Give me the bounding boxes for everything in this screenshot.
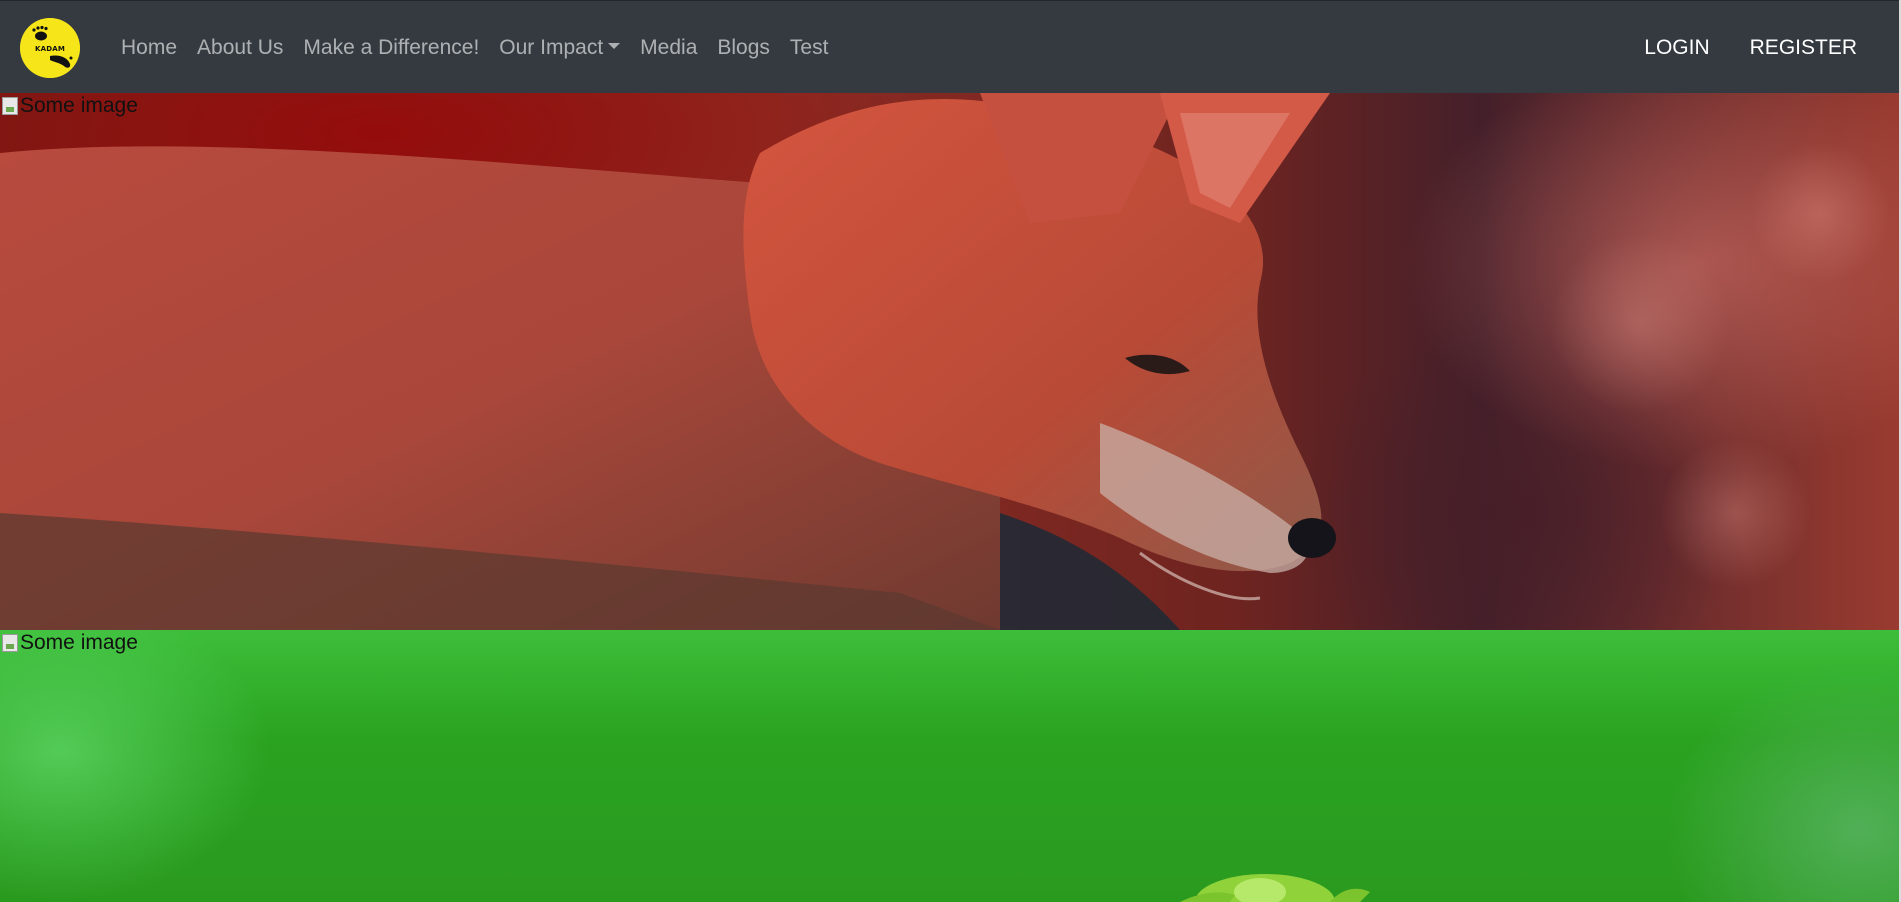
nav-our-impact-dropdown[interactable]: Our Impact (489, 36, 630, 60)
fox-image (0, 93, 1890, 630)
carousel-slide-foliage: Some image (0, 630, 1901, 902)
nav-media[interactable]: Media (630, 36, 707, 60)
image-alt-text: Some image (20, 94, 138, 117)
login-link[interactable]: LOGIN (1624, 36, 1729, 60)
broken-image-placeholder: Some image (2, 94, 138, 118)
nav-home[interactable]: Home (111, 36, 187, 60)
image-alt-text: Some image (20, 631, 138, 654)
nav-our-impact-label: Our Impact (499, 35, 604, 59)
logo-text: KADAM (34, 45, 66, 53)
caret-down-icon (608, 42, 621, 49)
broken-image-icon (2, 634, 18, 652)
main-nav: Home About Us Make a Difference! Our Imp… (111, 1, 838, 94)
register-link[interactable]: REGISTER (1730, 36, 1877, 60)
carousel-slide-fox: Some image (0, 93, 1901, 630)
nav-blogs[interactable]: Blogs (707, 36, 780, 60)
broken-image-placeholder: Some image (2, 631, 138, 655)
broken-image-icon (2, 97, 18, 115)
nav-about-us[interactable]: About Us (187, 36, 293, 60)
nav-make-a-difference[interactable]: Make a Difference! (293, 36, 489, 60)
foliage-image (1180, 874, 1370, 902)
brand-logo[interactable]: KADAM (20, 18, 80, 78)
auth-links: LOGIN REGISTER (1624, 1, 1877, 94)
top-navbar: KADAM Home About Us Make a Difference! O… (0, 0, 1901, 93)
nav-test[interactable]: Test (780, 36, 839, 60)
